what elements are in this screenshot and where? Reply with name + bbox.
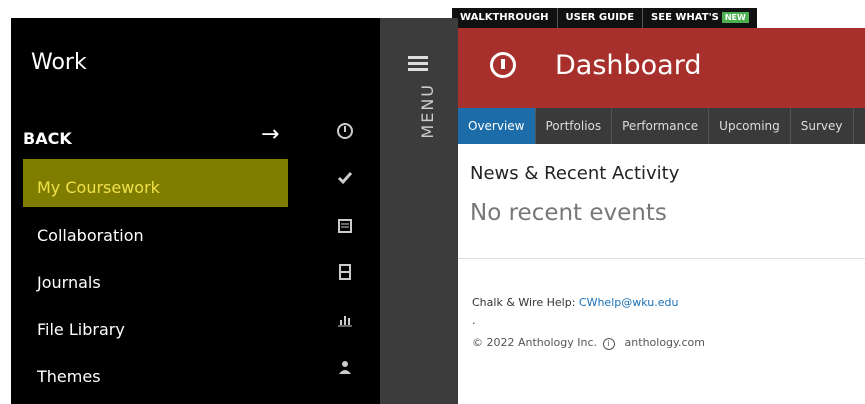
copyright-text: © 2022 Anthology Inc. [472,336,598,349]
sidebar-item-collaboration[interactable]: Collaboration [37,226,144,245]
tab-survey[interactable]: Survey [791,108,854,144]
book-icon[interactable] [335,217,355,237]
see-whats-label: SEE WHAT'S [651,12,719,23]
sidebar-title: Work [31,50,87,75]
sidebar-item-themes[interactable]: Themes [37,367,101,386]
divider [458,258,865,259]
hamburger-icon[interactable] [408,56,428,74]
anthology-logo-icon [490,52,516,78]
work-sidebar: Work BACK → My Coursework Collaboration … [11,18,380,404]
menu-label[interactable]: MENU [418,83,437,139]
tab-overview[interactable]: Overview [458,108,536,144]
separator-dot: . [472,314,476,327]
sidebar-item-journals[interactable]: Journals [37,273,101,292]
help-line: Chalk & Wire Help: CWhelp@wku.edu [472,296,678,309]
users-icon[interactable] [335,358,355,378]
no-events-message: No recent events [470,200,667,226]
back-button[interactable]: BACK [23,129,72,148]
page-title: Dashboard [555,50,702,81]
see-whats-new-link[interactable]: SEE WHAT'S NEW [643,8,757,28]
logo-icon[interactable] [335,122,355,142]
help-prefix: Chalk & Wire Help: [472,296,579,309]
chart-icon[interactable] [335,310,355,330]
check-icon[interactable] [335,169,355,189]
copyright-line: © 2022 Anthology Inc. i anthology.com [472,336,705,350]
info-icon[interactable]: i [602,338,615,350]
dashboard-tabs: Overview Portfolios Performance Upcoming… [458,108,865,144]
top-help-bar: WALKTHROUGH USER GUIDE SEE WHAT'S NEW [452,8,757,28]
cabinet-icon[interactable] [335,263,355,283]
new-badge: NEW [721,12,749,23]
icon-column [331,18,367,404]
user-guide-link[interactable]: USER GUIDE [558,8,644,28]
menu-strip[interactable]: MENU [380,18,458,404]
anthology-link[interactable]: anthology.com [625,336,705,349]
tab-upcoming[interactable]: Upcoming [709,108,791,144]
sidebar-item-my-coursework[interactable]: My Coursework [37,178,160,197]
dashboard-header: Dashboard [458,28,865,108]
news-heading: News & Recent Activity [470,163,680,184]
tab-portfolios[interactable]: Portfolios [536,108,613,144]
sidebar-item-file-library[interactable]: File Library [37,320,125,339]
tab-performance[interactable]: Performance [612,108,710,144]
help-email-link[interactable]: CWhelp@wku.edu [579,296,679,309]
walkthrough-link[interactable]: WALKTHROUGH [452,8,558,28]
arrow-right-icon[interactable]: → [261,122,279,147]
